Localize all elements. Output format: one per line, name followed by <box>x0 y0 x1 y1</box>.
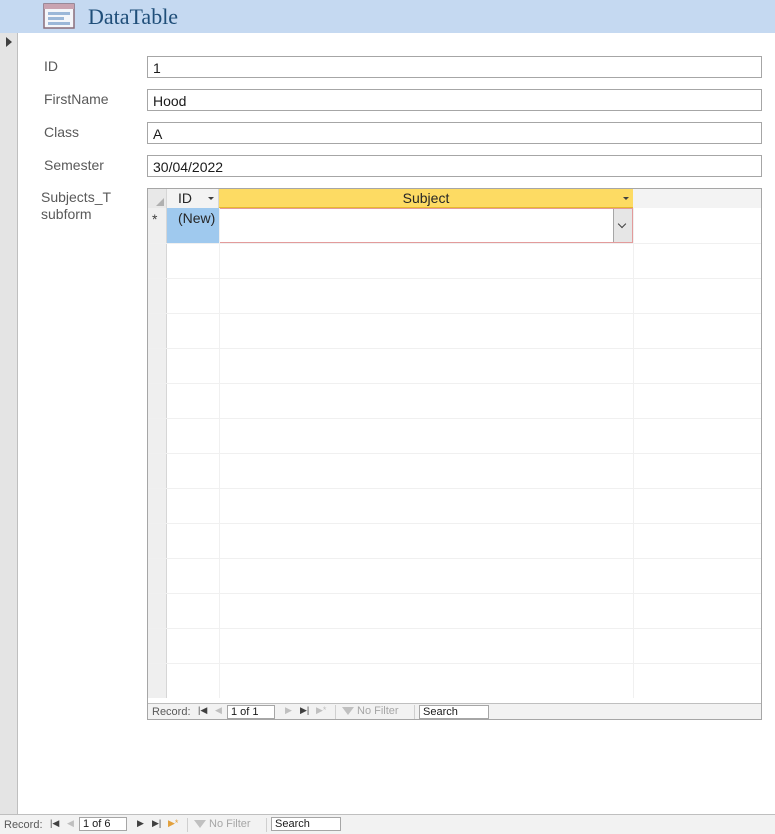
grid-line <box>148 593 761 594</box>
column-header-subject[interactable]: Subject <box>219 189 633 208</box>
grid-line <box>148 628 761 629</box>
next-record-button[interactable]: ▶ <box>285 705 292 716</box>
form-icon <box>43 3 75 29</box>
select-all-icon <box>156 198 164 206</box>
chevron-down-icon[interactable] <box>208 197 214 200</box>
main-record-navigation: Record: |◀ ◀ 1 of 6 ▶ ▶| ▶* No Filter Se… <box>0 814 775 834</box>
subform-search-box[interactable]: Search <box>419 705 489 719</box>
form-header: DataTable <box>0 0 775 33</box>
subform-record-navigation: Record: |◀ ◀ 1 of 1 ▶ ▶| ▶* No Filter Se… <box>148 703 761 719</box>
semester-field[interactable]: 30/04/2022 <box>147 155 762 177</box>
grid-line <box>219 208 220 698</box>
firstname-field[interactable]: Hood <box>147 89 762 111</box>
previous-record-button[interactable]: ◀ <box>215 705 222 716</box>
grid-line <box>148 453 761 454</box>
select-all-button[interactable] <box>148 189 167 208</box>
new-record-button[interactable]: ▶* <box>168 818 178 829</box>
id-label: ID <box>44 58 58 74</box>
class-label: Class <box>44 124 80 140</box>
subform-filter-toggle[interactable]: No Filter <box>342 705 399 717</box>
previous-record-button[interactable]: ◀ <box>67 818 74 829</box>
main-record-position[interactable]: 1 of 6 <box>79 817 127 831</box>
record-selector[interactable] <box>0 33 18 814</box>
current-record-icon <box>6 37 12 47</box>
nav-separator <box>335 705 336 719</box>
subform-record-position[interactable]: 1 of 1 <box>227 705 275 719</box>
subform-label-line1: Subjects_T <box>41 189 112 205</box>
main-filter-toggle[interactable]: No Filter <box>194 818 251 830</box>
main-record-label: Record: <box>4 819 43 831</box>
subform-label-line2: subform <box>41 206 92 222</box>
first-record-button[interactable]: |◀ <box>198 705 207 716</box>
last-record-button[interactable]: ▶| <box>300 705 309 716</box>
nav-separator <box>414 705 415 719</box>
chevron-down-icon <box>617 219 627 229</box>
grid-line <box>148 418 761 419</box>
new-row-subject-combo[interactable] <box>219 208 633 243</box>
subform-filter-label: No Filter <box>357 705 399 717</box>
new-record-button[interactable]: ▶* <box>316 705 326 716</box>
firstname-label: FirstName <box>44 91 109 107</box>
subjects-subform[interactable]: ID Subject * (New) Record: |◀ ◀ 1 of 1 ▶… <box>147 188 762 720</box>
last-record-button[interactable]: ▶| <box>152 818 161 829</box>
combo-dropdown-button[interactable] <box>613 209 632 242</box>
main-search-box[interactable]: Search <box>271 817 341 831</box>
subform-record-label: Record: <box>152 706 191 718</box>
new-row-id-cell[interactable]: (New) <box>167 208 219 243</box>
form-title: DataTable <box>88 4 179 29</box>
chevron-down-icon[interactable] <box>623 197 629 200</box>
grid-line <box>148 348 761 349</box>
grid-line <box>148 278 761 279</box>
nav-separator <box>266 818 267 832</box>
column-header-subject-label: Subject <box>402 190 450 206</box>
id-field[interactable]: 1 <box>147 56 762 78</box>
grid-line <box>148 313 761 314</box>
nav-separator <box>187 818 188 832</box>
grid-line <box>148 383 761 384</box>
main-filter-label: No Filter <box>209 818 251 830</box>
grid-line <box>633 208 634 698</box>
class-field[interactable]: A <box>147 122 762 144</box>
filter-icon <box>194 820 206 829</box>
first-record-button[interactable]: |◀ <box>50 818 59 829</box>
column-header-id[interactable]: ID <box>167 189 219 208</box>
grid-line <box>148 243 761 244</box>
column-header-id-label: ID <box>178 190 192 206</box>
grid-line <box>148 488 761 489</box>
new-record-icon: * <box>152 211 158 227</box>
grid-line <box>148 523 761 524</box>
semester-label: Semester <box>44 157 104 173</box>
grid-line <box>148 663 761 664</box>
grid-line <box>148 558 761 559</box>
datasheet-header: ID Subject <box>148 189 761 208</box>
filter-icon <box>342 707 354 716</box>
next-record-button[interactable]: ▶ <box>137 818 144 829</box>
